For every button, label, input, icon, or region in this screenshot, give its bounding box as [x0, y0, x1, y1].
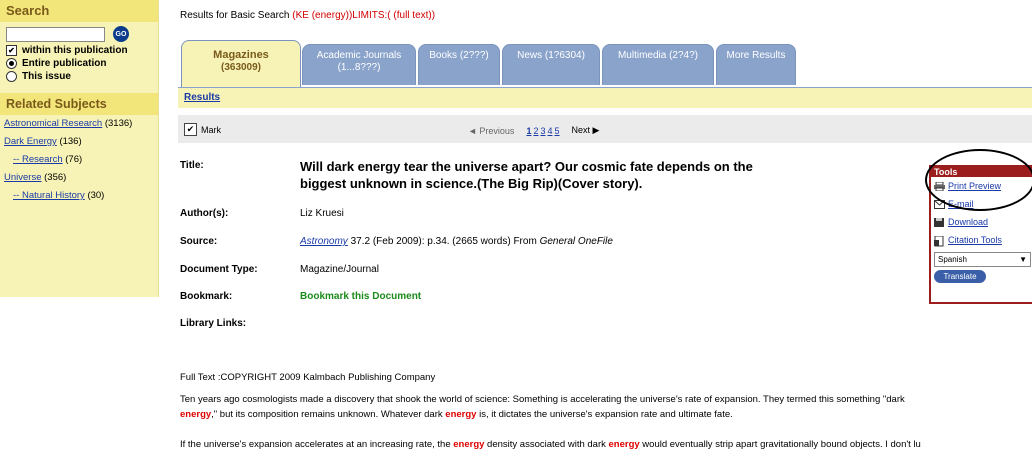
related-link-dark-energy[interactable]: Dark Energy: [4, 136, 57, 147]
related-item: Dark Energy (136): [4, 133, 158, 151]
tab-label: More Results: [726, 50, 786, 61]
option-within-publication[interactable]: ✔ within this publication: [0, 44, 158, 57]
option-label: Entire publication: [22, 58, 107, 69]
document-icon: [934, 235, 945, 246]
related-link-astronomical-research[interactable]: Astronomical Research: [4, 118, 102, 129]
author-value: Liz Kruesi: [300, 208, 344, 219]
go-button[interactable]: GO: [113, 26, 129, 42]
mark-bar: ✔ Mark ◄ Previous 1 2 3 4 5 Next ▶: [178, 115, 1032, 143]
tab-count: (1...8???): [337, 62, 381, 73]
source-database: General OneFile: [539, 236, 613, 247]
text-run: Ten years ago cosmologists made a discov…: [180, 394, 905, 405]
sidebar: Search GO ✔ within this publication Enti…: [0, 0, 159, 297]
results-summary: Results for Basic Search (KE (energy))LI…: [180, 10, 435, 21]
disk-icon: [934, 217, 945, 227]
pager-next[interactable]: Next ▶: [572, 125, 600, 136]
mark-checkbox-icon[interactable]: ✔: [184, 123, 197, 136]
related-count: (356): [44, 172, 67, 183]
text-run: would eventually strip apart gravitation…: [639, 439, 921, 450]
option-entire-publication[interactable]: Entire publication: [0, 57, 158, 70]
full-text-heading: Full Text :COPYRIGHT 2009 Kalmbach Publi…: [180, 372, 436, 383]
results-link[interactable]: Results: [184, 92, 220, 103]
language-select[interactable]: Spanish ▼: [934, 252, 1031, 267]
search-input[interactable]: [6, 26, 105, 42]
option-this-issue[interactable]: This issue: [0, 70, 158, 83]
translate-button[interactable]: Translate: [934, 270, 986, 283]
radio-selected-icon[interactable]: [6, 58, 17, 69]
tab-label: Multimedia (2?4?): [617, 50, 699, 61]
library-links-label: Library Links:: [180, 318, 247, 329]
related-subjects-heading: Related Subjects: [0, 93, 158, 115]
related-link-universe[interactable]: Universe: [4, 172, 42, 183]
title-label: Title:: [180, 160, 204, 171]
search-heading: Search: [0, 0, 158, 22]
text-run: ," but its composition remains unknown. …: [211, 409, 446, 420]
results-query: (KE (energy))LIMITS:( (full text)): [292, 10, 436, 21]
tab-multimedia[interactable]: Multimedia (2?4?): [602, 44, 714, 85]
full-text-paragraph-1: Ten years ago cosmologists made a discov…: [180, 392, 1025, 422]
related-item: Astronomical Research (3136): [4, 115, 158, 133]
download-item[interactable]: Download: [931, 213, 1032, 231]
related-count: (3136): [104, 118, 133, 129]
option-label: within this publication: [22, 45, 128, 56]
source-value: Astronomy 37.2 (Feb 2009): p.34. (2665 w…: [300, 236, 613, 247]
tab-academic-journals[interactable]: Academic Journals (1...8???): [302, 44, 416, 85]
bookmark-link[interactable]: Bookmark this Document: [300, 291, 421, 302]
download-link[interactable]: Download: [948, 217, 988, 227]
annotation-ellipse: [925, 149, 1032, 211]
checkbox-checked-icon[interactable]: ✔: [6, 45, 17, 56]
text-run: density associated with dark: [484, 439, 609, 450]
page-4-link[interactable]: 4: [547, 126, 552, 136]
bookmark-label: Bookmark:: [180, 291, 233, 302]
tab-count: (363009): [220, 62, 262, 73]
related-count: (76): [65, 154, 83, 165]
author-label: Author(s):: [180, 208, 229, 219]
pager-previous[interactable]: ◄ Previous: [468, 126, 514, 136]
page-3-link[interactable]: 3: [540, 126, 545, 136]
citation-tools-item[interactable]: Citation Tools: [931, 231, 1032, 249]
related-subjects-list: Astronomical Research (3136) Dark Energy…: [0, 115, 158, 205]
page-2-link[interactable]: 2: [533, 126, 538, 136]
related-item: Universe (356): [4, 169, 158, 187]
document-type-label: Document Type:: [180, 264, 258, 275]
search-term-highlight: energy: [445, 409, 477, 420]
source-details: 37.2 (Feb 2009): p.34. (2665 words) From: [347, 236, 540, 247]
related-count: (30): [87, 190, 105, 201]
related-link-research[interactable]: -- Research: [13, 154, 63, 165]
source-label: Source:: [180, 236, 218, 247]
source-publication-link[interactable]: Astronomy: [300, 236, 348, 247]
tab-label: Books (2???): [429, 50, 489, 61]
dropdown-arrow-icon: ▼: [1019, 255, 1027, 264]
search-term-highlight: energy: [608, 439, 640, 450]
page-5-link[interactable]: 5: [555, 126, 560, 136]
tab-news[interactable]: News (1?6304): [502, 44, 600, 85]
page-1-link[interactable]: 1: [526, 126, 531, 136]
search-term-highlight: energy: [453, 439, 485, 450]
option-label: This issue: [22, 71, 71, 82]
search-term-highlight: energy: [180, 409, 212, 420]
citation-tools-link[interactable]: Citation Tools: [948, 235, 1002, 245]
text-run: is, it dictates the universe's expansion…: [476, 409, 733, 420]
related-item: -- Research (76): [4, 151, 158, 169]
tab-label: Magazines: [213, 49, 269, 61]
related-item: -- Natural History (30): [4, 187, 158, 205]
tab-books[interactable]: Books (2???): [418, 44, 500, 85]
text-run: If the universe's expansion accelerates …: [180, 439, 454, 450]
radio-unselected-icon[interactable]: [6, 71, 17, 82]
document-type-value: Magazine/Journal: [300, 264, 379, 275]
related-link-natural-history[interactable]: -- Natural History: [13, 190, 85, 201]
tab-label: Academic Journals: [316, 50, 402, 61]
tab-label: News (1?6304): [517, 50, 585, 61]
results-band: Results: [178, 88, 1032, 108]
record-title: Will dark energy tear the universe apart…: [300, 159, 753, 191]
related-count: (136): [59, 136, 82, 147]
mark-label: Mark: [201, 124, 221, 135]
results-prefix: Results for Basic Search: [180, 10, 290, 21]
mark-control[interactable]: ✔ Mark: [184, 123, 221, 136]
pager: ◄ Previous 1 2 3 4 5 Next ▶: [468, 125, 599, 136]
tab-more-results[interactable]: More Results: [716, 44, 796, 85]
tab-magazines[interactable]: Magazines (363009): [181, 40, 301, 89]
language-value: Spanish: [938, 255, 967, 264]
